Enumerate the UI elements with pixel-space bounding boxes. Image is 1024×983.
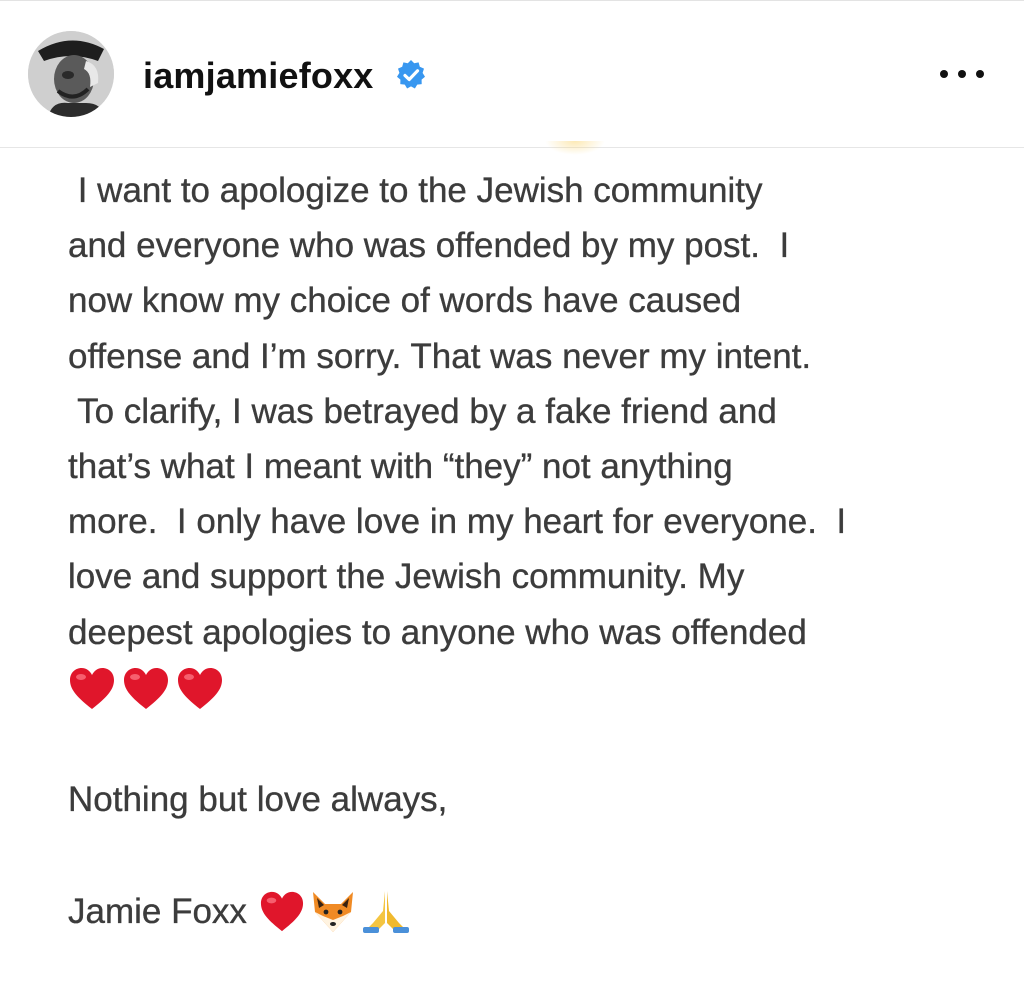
post-header: iamjamiefoxx xyxy=(0,1,1024,148)
avatar-photo-icon xyxy=(28,31,114,117)
caption-line: I want to apologize to the Jewish commun… xyxy=(68,171,763,210)
verified-badge-icon xyxy=(397,60,425,89)
caption-line: and everyone who was offended by my post… xyxy=(68,226,790,266)
username[interactable]: iamjamiefoxx xyxy=(143,54,374,98)
more-horizontal-icon xyxy=(940,70,948,78)
signature-name: Jamie Foxx xyxy=(68,892,247,932)
decorative-glow xyxy=(545,141,605,155)
caption-line: offense and I’m sorry. That was never my… xyxy=(68,336,812,376)
folded-hands-icon xyxy=(362,890,409,933)
caption-line: deepest apologies to anyone who was offe… xyxy=(68,612,807,652)
caption-line: love and support the Jewish community. M… xyxy=(68,557,745,597)
fox-face-icon xyxy=(312,891,353,932)
caption-line: To clarify, I was betrayed by a fake fri… xyxy=(68,391,777,431)
instagram-post: iamjamiefoxx I want to apologize to the … xyxy=(0,0,1024,983)
post-caption: I want to apologize to the Jewish commun… xyxy=(68,163,988,940)
red-heart-icon xyxy=(124,668,168,710)
caption-line: more. I only have love in my heart for e… xyxy=(68,502,847,542)
caption-line: now know my choice of words have caused xyxy=(68,281,742,321)
caption-line: that’s what I meant with “they” not anyt… xyxy=(68,446,733,486)
signature-line: Jamie Foxx xyxy=(68,884,988,940)
more-options-button[interactable] xyxy=(936,57,988,91)
red-heart-icon xyxy=(260,891,303,931)
signoff-text: Nothing but love always, xyxy=(68,779,448,819)
hearts-row xyxy=(68,660,988,716)
red-heart-icon xyxy=(178,668,222,710)
red-heart-icon xyxy=(70,668,114,710)
profile-avatar[interactable] xyxy=(28,31,114,117)
